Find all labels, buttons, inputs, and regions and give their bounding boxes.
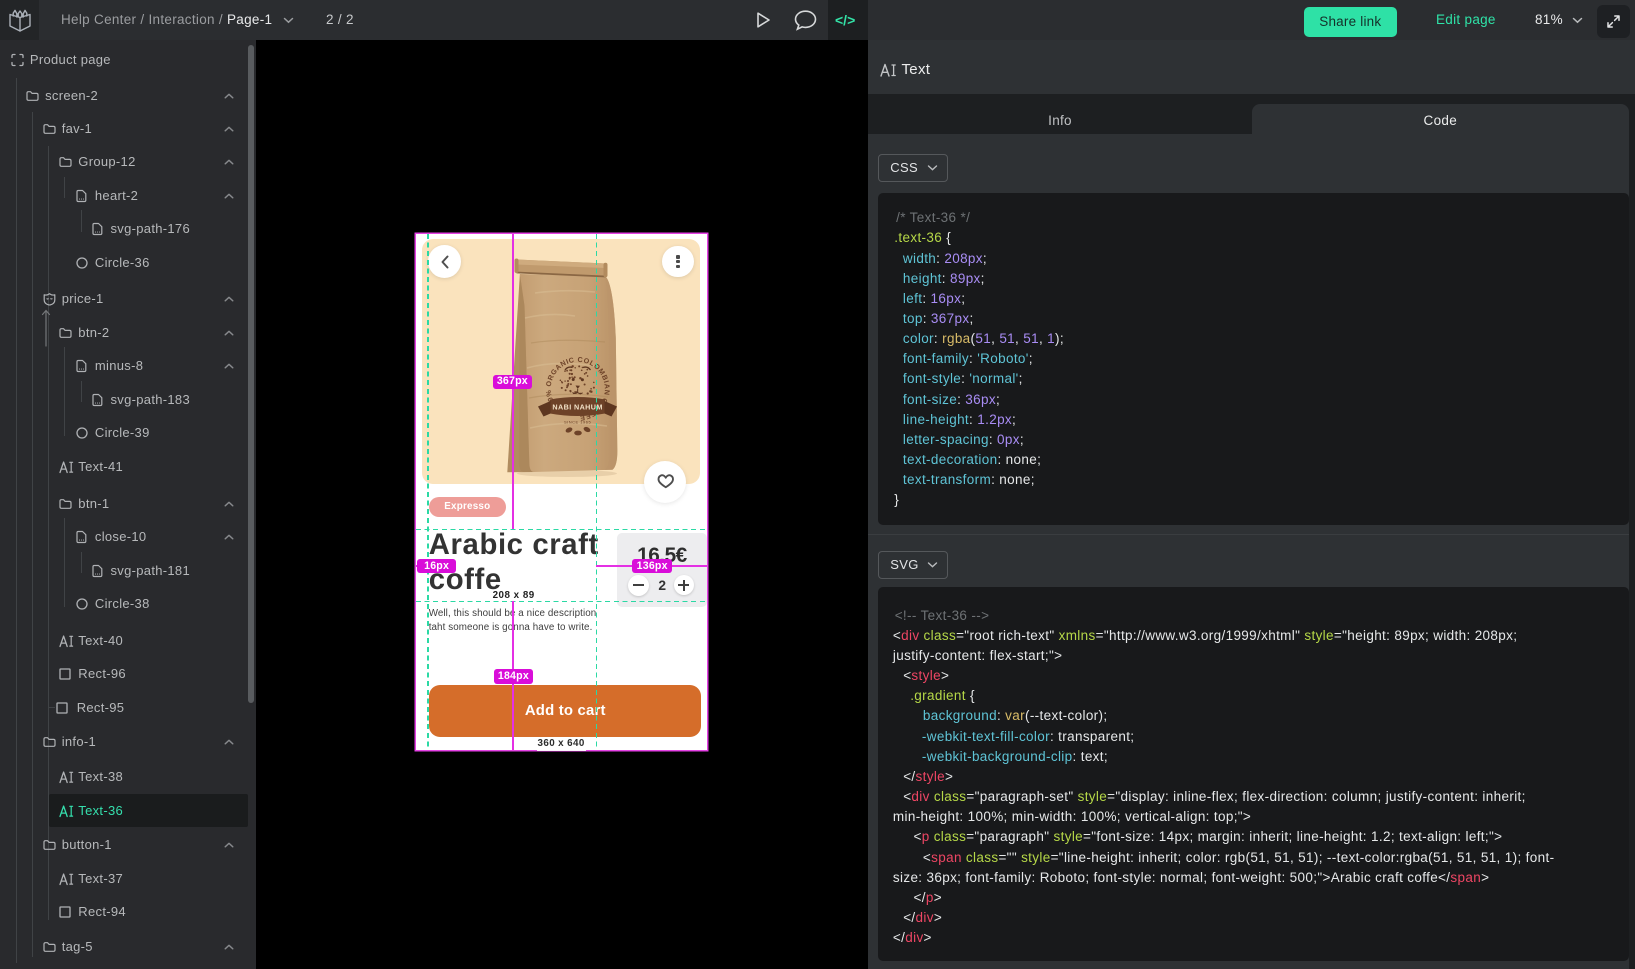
svg-text:SINCE 1965: SINCE 1965 (564, 420, 592, 425)
